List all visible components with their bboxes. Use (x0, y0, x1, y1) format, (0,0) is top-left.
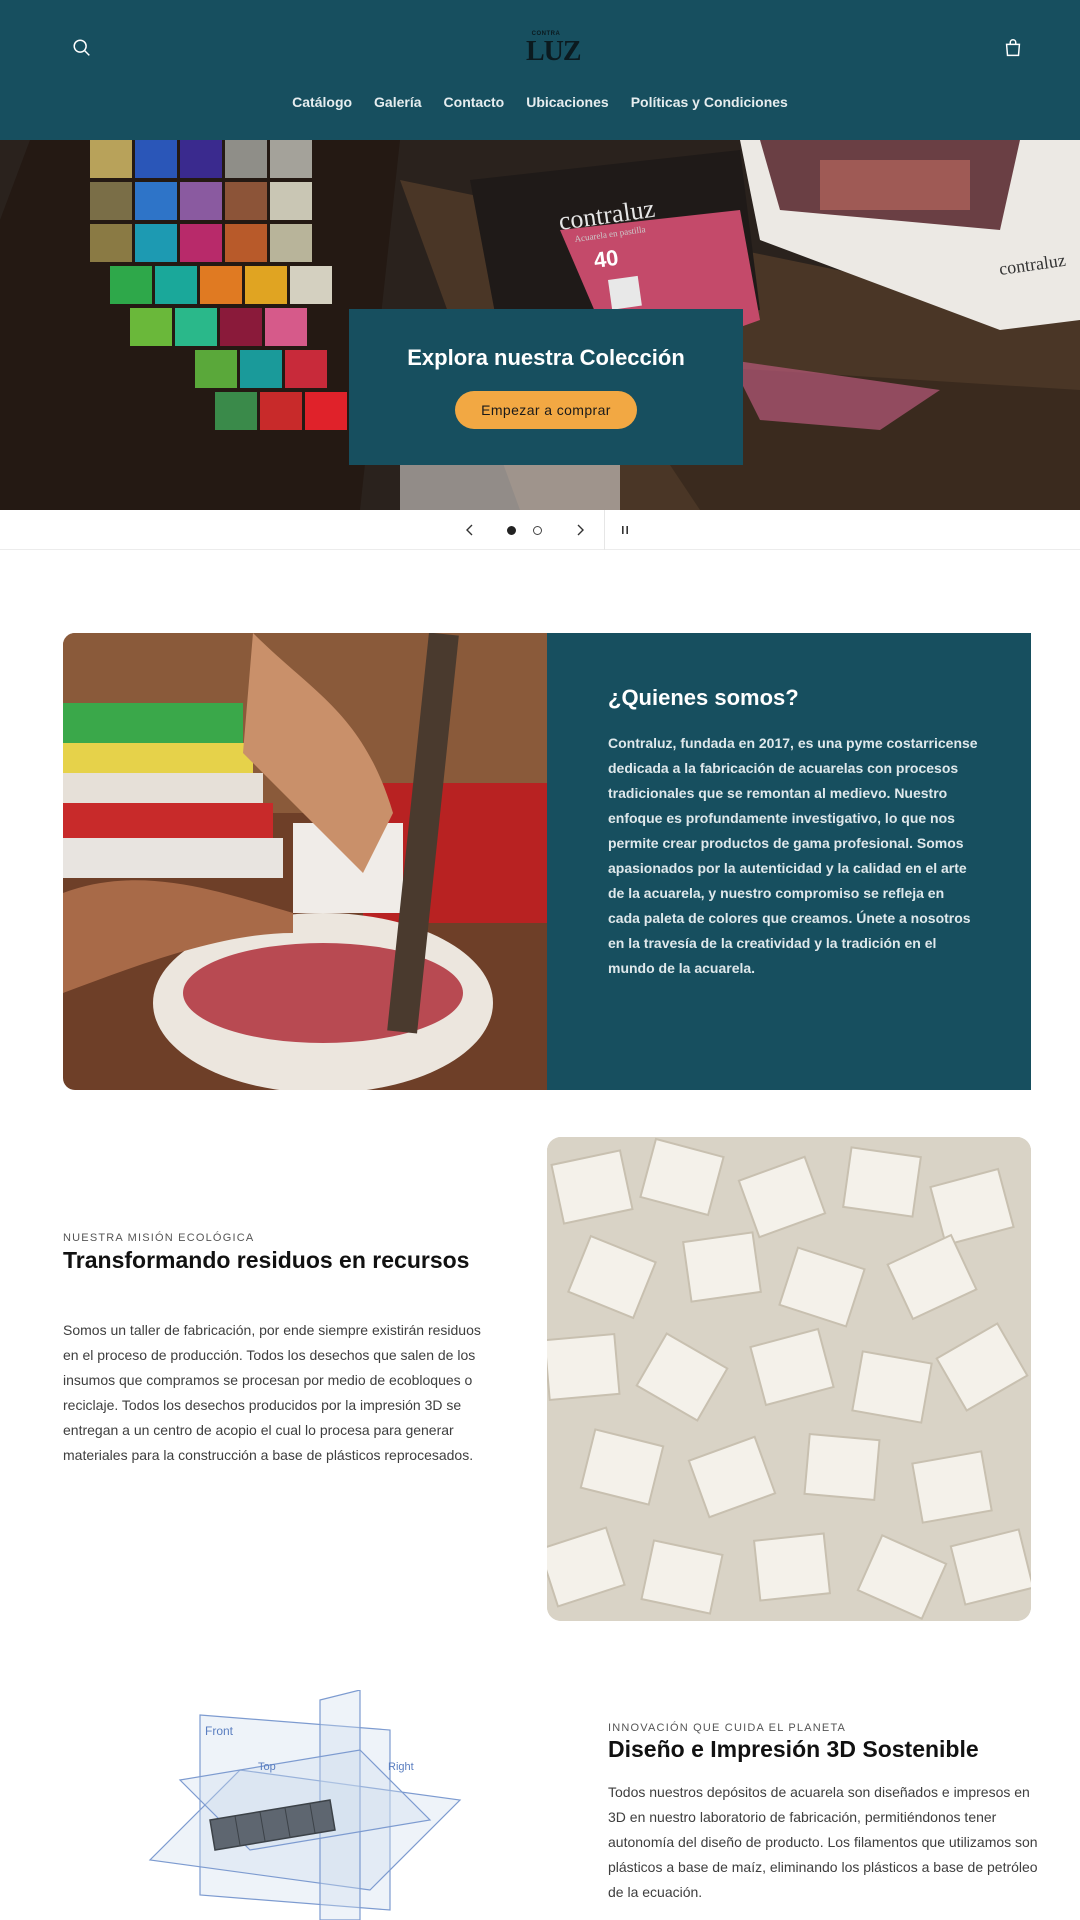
logo[interactable]: CONTRA LUZ (526, 30, 582, 70)
label-top: Top (258, 1761, 276, 1773)
slider-controls (0, 510, 1080, 550)
d3-title: Diseño e Impresión 3D Sostenible (608, 1736, 979, 1762)
d3-text: Todos nuestros depósitos de acuarela son… (608, 1784, 1038, 1900)
hero-card: Explora nuestra Colección Empezar a comp… (349, 309, 743, 465)
eco-text: Somos un taller de fabricación, por ende… (63, 1322, 481, 1463)
slide-dot-1[interactable] (507, 526, 516, 535)
pause-icon[interactable] (615, 520, 635, 540)
chevron-right-icon[interactable] (570, 520, 590, 540)
shop-now-button[interactable]: Empezar a comprar (455, 391, 637, 429)
logo-big-text: LUZ (526, 36, 582, 67)
nav-politicas[interactable]: Políticas y Condiciones (631, 94, 788, 110)
label-front: Front (205, 1724, 234, 1738)
nav-contacto[interactable]: Contacto (444, 94, 505, 110)
main-nav: Catálogo Galería Contacto Ubicaciones Po… (0, 94, 1080, 110)
nav-catalogo[interactable]: Catálogo (292, 94, 352, 110)
hero-banner: contraluz Acuarela en pastilla 40 contra… (0, 140, 1080, 510)
about-title: ¿Quienes somos? (608, 685, 799, 710)
eco-title: Transformando residuos en recursos (63, 1247, 470, 1273)
hero-title: Explora nuestra Colección (407, 345, 685, 370)
slide-dot-2[interactable] (533, 526, 542, 535)
nav-galeria[interactable]: Galería (374, 94, 421, 110)
search-icon[interactable] (68, 34, 96, 62)
controls-divider (604, 510, 605, 550)
about-card: ¿Quienes somos? Contraluz, fundada en 20… (547, 633, 1031, 1090)
about-text: Contraluz, fundada en 2017, es una pyme … (608, 735, 978, 976)
cart-icon[interactable] (999, 34, 1027, 62)
d3-subtitle: INNOVACIÓN QUE CUIDA EL PLANETA (608, 1722, 847, 1734)
nav-ubicaciones[interactable]: Ubicaciones (526, 94, 608, 110)
label-right: Right (388, 1761, 414, 1773)
hero-photo-number: 40 (592, 245, 620, 273)
about-photo (63, 633, 547, 1090)
3d-design-illustration: Front Top Right (140, 1689, 470, 1920)
eco-photo (547, 1137, 1031, 1621)
site-header: CONTRA LUZ Catálogo Galería Contacto Ubi… (0, 0, 1080, 140)
eco-subtitle: NUESTRA MISIÓN ECOLÓGICA (63, 1232, 255, 1244)
chevron-left-icon[interactable] (460, 520, 480, 540)
